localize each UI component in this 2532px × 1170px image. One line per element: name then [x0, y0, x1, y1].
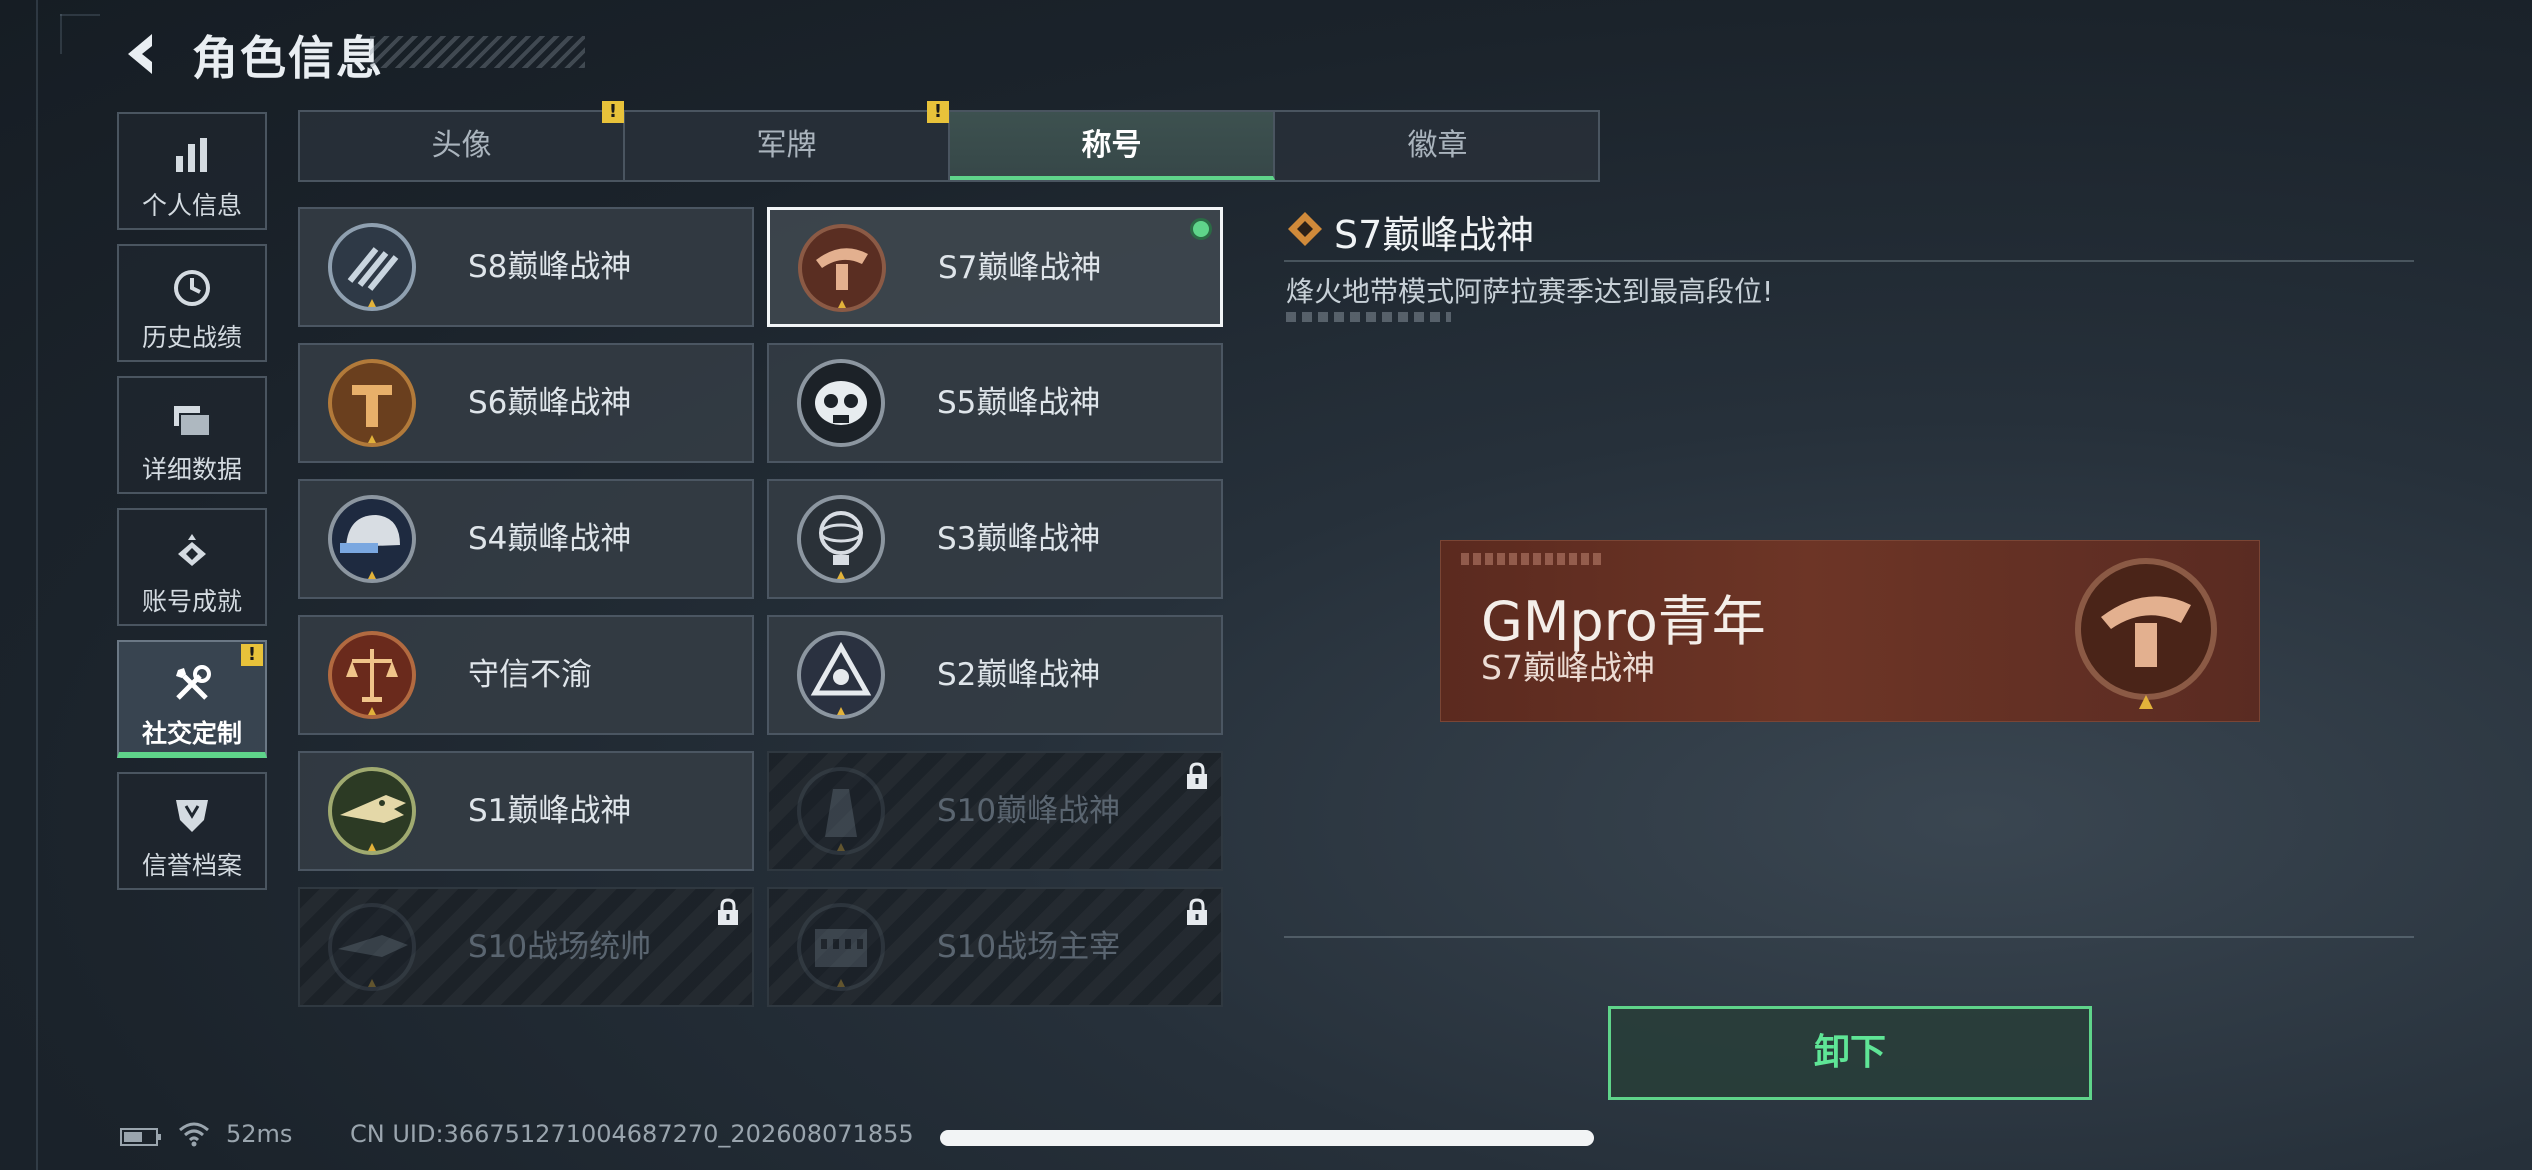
nav-item-achievements[interactable]: 账号成就 [117, 508, 267, 626]
title-card-label: S8巅峰战神 [468, 249, 632, 285]
tab-avatar[interactable]: 头像 [300, 112, 625, 180]
diamond-icon [1288, 212, 1322, 246]
title-decoration [370, 36, 585, 68]
divider [1284, 260, 2414, 262]
banner-decoration [1461, 553, 1601, 565]
crossbow-emblem-icon [2075, 558, 2217, 709]
crossbow-emblem-icon [798, 224, 886, 312]
detail-description: 烽火地带模式阿萨拉赛季达到最高段位! [1286, 275, 1774, 308]
medal-icon [178, 534, 206, 566]
wings-emblem-icon [328, 223, 416, 311]
wifi-icon [179, 1122, 209, 1147]
title-card-label: S6巅峰战神 [468, 385, 632, 421]
battery-icon [120, 1128, 161, 1146]
folder-icon [174, 406, 211, 437]
warning-badge: ! [927, 101, 949, 123]
warning-badge: ! [241, 644, 263, 666]
title-card-label: S3巅峰战神 [937, 521, 1101, 557]
skull-emblem-icon [797, 359, 885, 447]
title-card[interactable]: S4巅峰战神 [298, 479, 754, 599]
title-card-label: S10战场主宰 [937, 929, 1121, 965]
tab-label: 军牌 [756, 128, 817, 163]
nav-label: 详细数据 [141, 455, 242, 484]
title-card[interactable]: 守信不渝 [298, 615, 754, 735]
back-button[interactable] [118, 28, 170, 80]
tab-title[interactable]: 称号 [950, 112, 1275, 180]
nav-item-reputation[interactable]: 信誉档案 [117, 772, 267, 890]
title-card[interactable]: S7巅峰战神 [767, 207, 1223, 327]
detail-decoration [1286, 312, 1451, 322]
frame-line [60, 14, 100, 16]
chevron-left-icon [128, 34, 152, 74]
tower-emblem-icon [797, 767, 885, 855]
tab-label: 称号 [1081, 128, 1142, 163]
shark-emblem-icon [328, 903, 416, 991]
title-card-label: S7巅峰战神 [938, 250, 1102, 286]
nav-item-personal-info[interactable]: 个人信息 [117, 112, 267, 230]
triangle-emblem-icon [797, 631, 885, 719]
clock-icon [174, 270, 210, 306]
title-card[interactable]: S8巅峰战神 [298, 207, 754, 327]
nav-label: 个人信息 [141, 191, 242, 220]
title-card[interactable]: S6巅峰战神 [298, 343, 754, 463]
tab-bar: 头像 军牌 称号 徽章 [298, 110, 1600, 182]
uid-text: CN UID:366751271004687270_202608071855 [350, 1120, 914, 1148]
warning-badge: ! [602, 101, 624, 123]
title-preview-banner: GMpro青年 S7巅峰战神 [1440, 540, 2260, 722]
scales-emblem-icon [328, 631, 416, 719]
home-indicator[interactable] [940, 1130, 1594, 1146]
title-card-label: S10巅峰战神 [937, 793, 1121, 829]
nav-item-detailed-data[interactable]: 详细数据 [117, 376, 267, 494]
tools-icon [176, 665, 211, 700]
equipped-indicator [1190, 218, 1212, 240]
title-card-label: S4巅峰战神 [468, 521, 632, 557]
ping-readout: 52ms [226, 1120, 293, 1148]
title-card-label: S2巅峰战神 [937, 657, 1101, 693]
detail-title: S7巅峰战神 [1334, 213, 1535, 257]
nav-label: 账号成就 [141, 587, 242, 616]
shield-icon [176, 800, 208, 832]
helmet-emblem-icon [328, 495, 416, 583]
title-card-label: S1巅峰战神 [468, 793, 632, 829]
title-card-label: 守信不渝 [468, 657, 592, 693]
bar-chart-icon [176, 138, 207, 172]
nav-label: 信誉档案 [141, 851, 242, 880]
lock-icon [718, 898, 738, 925]
t-shield-emblem-icon [328, 359, 416, 447]
banner-title: S7巅峰战神 [1481, 648, 1655, 687]
frame-line [60, 14, 62, 54]
divider [1284, 936, 2414, 938]
colosseum-emblem-icon [797, 903, 885, 991]
page-title: 角色信息 [192, 31, 384, 85]
frame-line [36, 0, 38, 1170]
title-card-label: S10战场统帅 [468, 929, 652, 965]
tab-dog-tag[interactable]: 军牌 [625, 112, 950, 180]
unequip-button[interactable]: 卸下 [1608, 1006, 2092, 1100]
tab-badge[interactable]: 徽章 [1275, 112, 1600, 180]
nav-label: 社交定制 [141, 719, 242, 748]
lock-icon [1187, 898, 1207, 925]
globe-emblem-icon [797, 495, 885, 583]
title-card[interactable]: S10战场统帅 [298, 887, 754, 1007]
title-card[interactable]: S10战场主宰 [767, 887, 1223, 1007]
title-card-label: S5巅峰战神 [937, 385, 1101, 421]
title-card[interactable]: S10巅峰战神 [767, 751, 1223, 871]
tab-label: 头像 [431, 128, 492, 163]
nav-label: 历史战绩 [141, 323, 242, 352]
title-card[interactable]: S2巅峰战神 [767, 615, 1223, 735]
nav-item-social-custom[interactable]: 社交定制 ! [117, 640, 267, 758]
nav-item-history[interactable]: 历史战绩 [117, 244, 267, 362]
lock-icon [1187, 762, 1207, 789]
crocodile-emblem-icon [328, 767, 416, 855]
title-card[interactable]: S3巅峰战神 [767, 479, 1223, 599]
title-card[interactable]: S1巅峰战神 [298, 751, 754, 871]
tab-label: 徽章 [1407, 128, 1468, 163]
title-card[interactable]: S5巅峰战神 [767, 343, 1223, 463]
